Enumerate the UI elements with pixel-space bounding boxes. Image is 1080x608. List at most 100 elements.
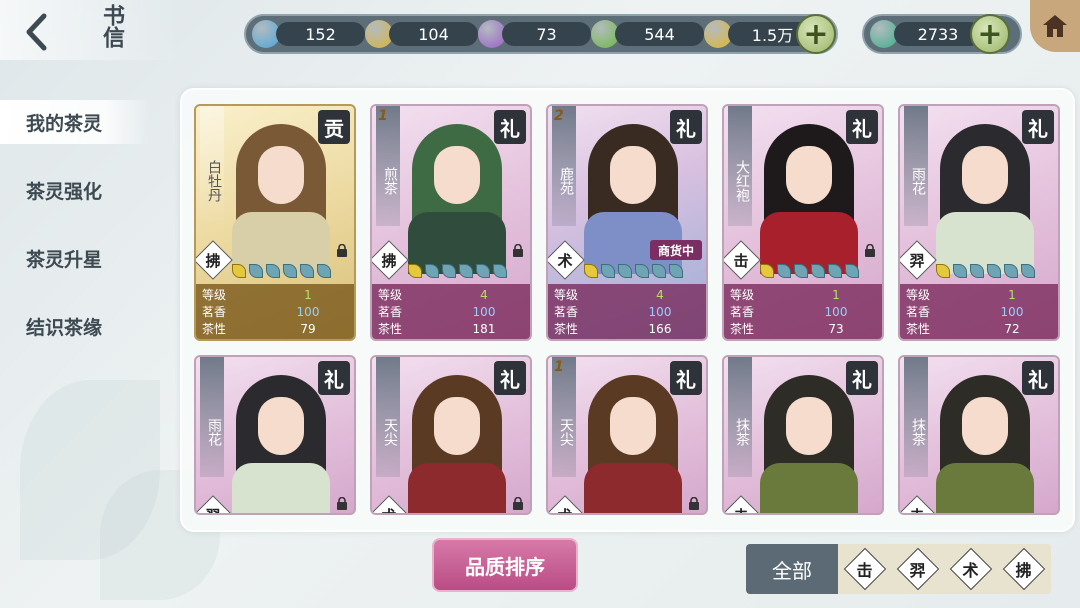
- filter-suit-button[interactable]: 羿: [891, 544, 944, 594]
- nav-item-0[interactable]: 我的茶灵: [0, 100, 150, 144]
- grade-badge: 礼: [494, 361, 526, 395]
- stat-value: 4: [656, 287, 664, 302]
- filter-suit-button[interactable]: 击: [838, 544, 891, 594]
- gold-leaf-icon: [936, 264, 950, 278]
- rank-number: 1: [378, 108, 388, 124]
- stat-row-aroma: 茗香 100: [378, 303, 524, 320]
- chevron-left-icon: [26, 13, 47, 51]
- stat-row-level: 等级 1: [730, 286, 876, 303]
- stat-row-nature: 茶性 79: [202, 320, 348, 337]
- filter-all-button[interactable]: 全部: [746, 544, 838, 594]
- suit-label: 术: [557, 251, 573, 270]
- suit-label: 击: [727, 501, 755, 514]
- stat-row-level: 等级 1: [906, 286, 1052, 303]
- home-button[interactable]: [1030, 0, 1080, 52]
- tea-spirit-card[interactable]: 鹿苑 2 礼术 商货中 等级 4 茗香 100 茶性 166: [546, 104, 708, 341]
- stats-panel: 等级 1 茗香 100 茶性 73: [724, 284, 882, 339]
- nav-item-2[interactable]: 茶灵升星: [0, 236, 150, 280]
- leaf-icon: [601, 264, 615, 278]
- stat-label: 茗香: [554, 305, 579, 319]
- leaf-icon: [283, 264, 297, 278]
- leaf-icon: [987, 264, 1001, 278]
- resource-item: 73: [478, 20, 591, 48]
- character-name: 抹茶: [728, 357, 752, 477]
- tea-spirit-card[interactable]: 雨花 礼羿: [194, 355, 356, 515]
- stat-label: 茗香: [202, 305, 227, 319]
- lock-icon: [864, 242, 876, 257]
- stat-label: 茶性: [554, 322, 579, 336]
- character-name: 煎茶: [376, 106, 400, 226]
- leaf-icon: [845, 264, 859, 278]
- tea-spirit-card[interactable]: 大红袍 礼击等级 1 茗香 100 茶性 73: [722, 104, 884, 341]
- stat-value: 79: [300, 321, 316, 336]
- tea-spirit-card[interactable]: 天尖 礼术: [370, 355, 532, 515]
- stat-label: 茗香: [730, 305, 755, 319]
- stat-row-level: 等级 4: [378, 286, 524, 303]
- leaf-icon: [777, 264, 791, 278]
- character-name: 天尖: [376, 357, 400, 477]
- resource-value: 544: [615, 22, 704, 46]
- gold-leaf-icon: [584, 264, 598, 278]
- filter-suit-label: 羿: [909, 561, 926, 580]
- stats-panel: 等级 4 茗香 100 茶性 181: [372, 284, 530, 339]
- grade-badge: 礼: [1022, 110, 1054, 144]
- star-leaves: [408, 264, 507, 278]
- lock-icon: [688, 495, 700, 510]
- leaf-icon: [811, 264, 825, 278]
- character-portrait: [402, 124, 512, 274]
- filter-suit-label: 击: [856, 561, 873, 580]
- grade-badge: 礼: [318, 361, 350, 395]
- nav-item-1[interactable]: 茶灵强化: [0, 168, 150, 212]
- stat-value: 1: [304, 287, 312, 302]
- stat-row-aroma: 茗香 100: [202, 303, 348, 320]
- character-portrait: [226, 375, 336, 513]
- stat-label: 茶性: [906, 322, 931, 336]
- leaf-icon: [249, 264, 263, 278]
- leaf-icon: [266, 264, 280, 278]
- star-leaves: [760, 264, 859, 278]
- nav-item-3[interactable]: 结识茶缘: [0, 304, 150, 348]
- star-leaves: [232, 264, 331, 278]
- stat-value: 73: [828, 321, 844, 336]
- tea-spirit-card[interactable]: 白牡丹 贡拂等级 1 茗香 100 茶性 79: [194, 104, 356, 341]
- suit-label: 拂: [205, 251, 221, 270]
- tea-spirit-card[interactable]: 雨花 礼羿等级 1 茗香 100 茶性 72: [898, 104, 1060, 341]
- lock-icon: [512, 495, 524, 510]
- leaf-icon: [317, 264, 331, 278]
- add-jade-button[interactable]: +: [970, 14, 1010, 54]
- stat-label: 等级: [202, 288, 227, 302]
- character-portrait: [402, 375, 512, 513]
- stat-value: 100: [824, 304, 848, 319]
- character-name: 大红袍: [728, 106, 752, 226]
- leaf-icon: [425, 264, 439, 278]
- filter-suit-label: 术: [962, 561, 979, 580]
- suit-label: 羿: [199, 501, 227, 514]
- stat-value: 1: [832, 287, 840, 302]
- stat-row-aroma: 茗香 100: [906, 303, 1052, 320]
- tea-spirit-card[interactable]: 煎茶 1 礼拂等级 4 茗香 100 茶性 181: [370, 104, 532, 341]
- stat-row-nature: 茶性 72: [906, 320, 1052, 337]
- suit-label: 击: [733, 251, 749, 270]
- tea-spirit-card[interactable]: 抹茶 礼击: [898, 355, 1060, 515]
- character-name: 雨花: [904, 106, 928, 226]
- back-button[interactable]: [14, 10, 58, 54]
- resource-value: 73: [502, 22, 591, 46]
- stats-panel: 等级 1 茗香 100 茶性 72: [900, 284, 1058, 339]
- character-portrait: [754, 124, 864, 274]
- filter-suit-button[interactable]: 术: [944, 544, 997, 594]
- grade-badge: 礼: [670, 110, 702, 144]
- tea-spirit-card[interactable]: 天尖1 礼术: [546, 355, 708, 515]
- add-currency-button[interactable]: +: [796, 14, 836, 54]
- tea-spirit-card[interactable]: 抹茶 礼击: [722, 355, 884, 515]
- leaf-icon: [953, 264, 967, 278]
- quality-sort-button[interactable]: 品质排序: [432, 538, 578, 592]
- stat-value: 181: [472, 321, 496, 336]
- lock-icon: [336, 495, 348, 510]
- leaf-icon: [493, 264, 507, 278]
- leaf-icon: [794, 264, 808, 278]
- suit-label: 击: [903, 501, 931, 514]
- stat-label: 茶性: [202, 322, 227, 336]
- filter-suit-button[interactable]: 拂: [997, 544, 1050, 594]
- resource-value: 104: [389, 22, 478, 46]
- grade-badge: 礼: [846, 110, 878, 144]
